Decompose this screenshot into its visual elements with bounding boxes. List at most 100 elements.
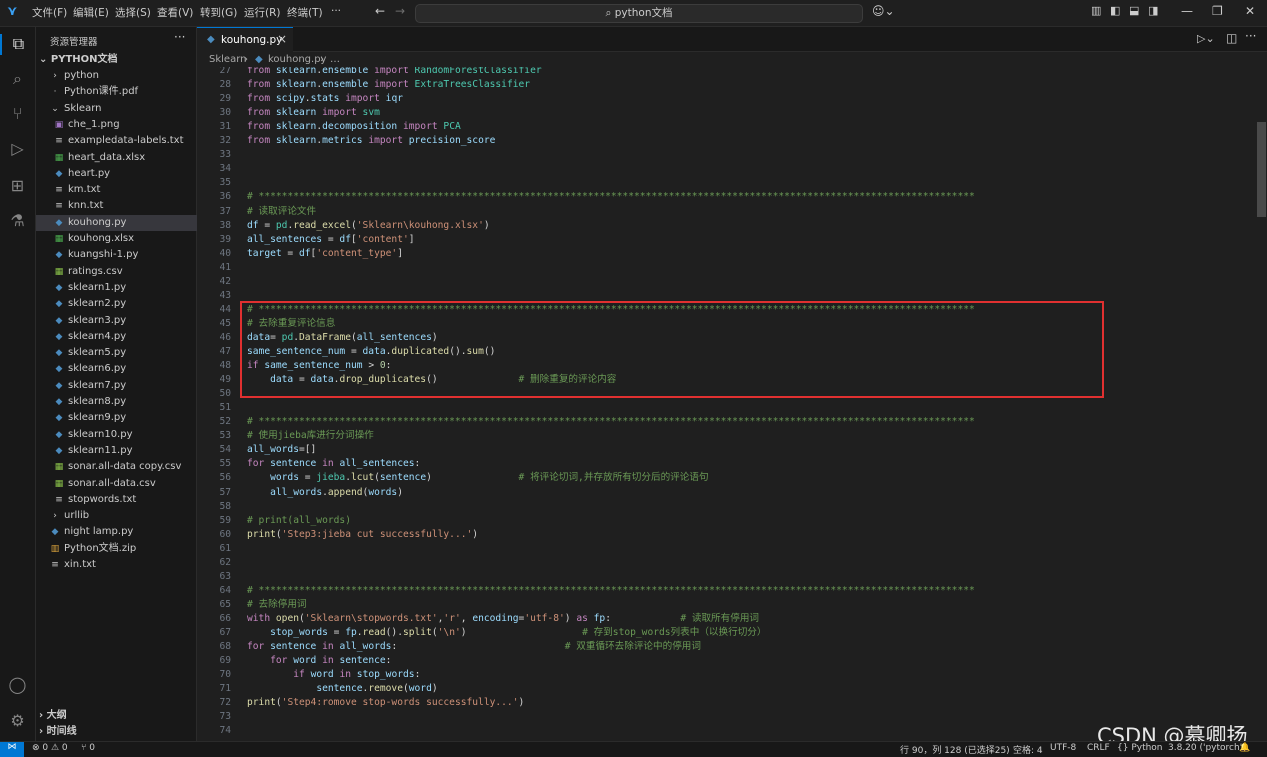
indentation-status[interactable]: 空格: 4: [1013, 743, 1043, 756]
file-item[interactable]: ▦ ratings.csv: [36, 264, 214, 280]
tree-item-label: kouhong.py: [68, 216, 127, 228]
scrollbar-thumb[interactable]: [1257, 122, 1266, 217]
explorer-icon[interactable]: ⧉: [0, 34, 35, 55]
line-number: 50: [219, 388, 231, 400]
tree-item-label: heart_data.xlsx: [68, 151, 146, 163]
breadcrumb-file[interactable]: kouhong.py: [268, 54, 326, 65]
eol-status[interactable]: CRLF: [1087, 743, 1110, 753]
tree-item-label: sklearn1.py: [68, 281, 127, 293]
extensions-icon[interactable]: ⊞: [7, 176, 28, 197]
code-text: # **************************************…: [247, 416, 975, 428]
command-center-search[interactable]: ⌕ python文档: [415, 4, 863, 23]
file-item[interactable]: ▦ sonar.all-data copy.csv: [36, 459, 214, 475]
source-control-icon[interactable]: ⑂: [7, 104, 28, 125]
line-number: 60: [219, 528, 231, 540]
py-file-icon: ◆: [55, 315, 63, 326]
file-item[interactable]: ▦ sonar.all-data.csv: [36, 476, 214, 492]
folder-item[interactable]: ⌄ Sklearn: [36, 101, 210, 117]
back-arrow-icon[interactable]: ←: [375, 4, 385, 18]
file-item[interactable]: ◆ sklearn3.py: [36, 313, 214, 329]
toggle-panel-icon[interactable]: ⬓: [1129, 4, 1139, 17]
file-item[interactable]: ▦ heart_data.xlsx: [36, 150, 214, 166]
line-number: 43: [219, 289, 231, 301]
more-actions-icon[interactable]: ···: [174, 30, 185, 44]
copilot-icon[interactable]: ☺⌄: [872, 4, 895, 18]
breadcrumb-folder[interactable]: Sklearn: [209, 54, 246, 65]
run-debug-icon[interactable]: ▷: [7, 139, 28, 160]
line-number: 34: [219, 163, 231, 175]
file-item[interactable]: ◆ kuangshi-1.py: [36, 247, 214, 263]
file-item[interactable]: ◆ sklearn2.py: [36, 296, 214, 312]
python-interpreter[interactable]: 3.8.20 ('pytorch'): [1168, 743, 1246, 753]
folder-item[interactable]: › python: [36, 68, 210, 84]
remote-icon[interactable]: ⋈: [0, 742, 24, 757]
file-item[interactable]: ◆ heart.py: [36, 166, 214, 182]
encoding-status[interactable]: UTF-8: [1050, 743, 1076, 753]
toggle-sidebar-icon[interactable]: ◧: [1110, 4, 1120, 17]
file-item[interactable]: ▣ che_1.png: [36, 117, 214, 133]
breadcrumb-more[interactable]: …: [330, 54, 340, 65]
tab-close-icon[interactable]: ×: [277, 32, 287, 46]
line-number: 28: [219, 79, 231, 91]
file-item[interactable]: ≡ km.txt: [36, 182, 214, 198]
file-item[interactable]: ≡ exampledata-labels.txt: [36, 133, 214, 149]
code-text: print('Step4:romove stop-words successfu…: [247, 697, 525, 709]
file-item[interactable]: ◆ sklearn5.py: [36, 345, 214, 361]
chevron-down-icon: ⌄: [39, 54, 48, 65]
file-item[interactable]: ≡ stopwords.txt: [36, 492, 214, 508]
workspace-root[interactable]: ⌄ PYTHON文档: [36, 52, 196, 68]
menu-terminal[interactable]: 终端(T): [287, 5, 323, 20]
file-item[interactable]: ◆ sklearn6.py: [36, 361, 214, 377]
language-mode[interactable]: {} Python: [1117, 743, 1163, 753]
line-number: 35: [219, 177, 231, 189]
toggle-secondary-sidebar-icon[interactable]: ◨: [1148, 4, 1158, 17]
account-icon[interactable]: ◯: [7, 675, 28, 696]
tab-kouhong-py[interactable]: ◆ kouhong.py ×: [197, 27, 293, 53]
maximize-icon[interactable]: ❐: [1212, 4, 1223, 18]
menu-run[interactable]: 运行(R): [244, 5, 281, 20]
testing-icon[interactable]: ⚗: [7, 211, 28, 232]
menu-view[interactable]: 查看(V): [157, 5, 193, 20]
menu-selection[interactable]: 选择(S): [115, 5, 151, 20]
run-python-icon[interactable]: ▷⌄: [1197, 32, 1215, 45]
file-item[interactable]: ≡ knn.txt: [36, 198, 214, 214]
folder-item[interactable]: › urllib: [36, 508, 210, 524]
outline-section[interactable]: › 大纲: [36, 708, 196, 724]
menu-more[interactable]: ···: [331, 5, 341, 17]
tree-item-label: sklearn5.py: [68, 347, 127, 359]
file-item[interactable]: ▦ kouhong.xlsx: [36, 231, 214, 247]
search-view-icon[interactable]: ⌕: [7, 69, 28, 90]
menu-file[interactable]: 文件(F): [32, 5, 67, 20]
file-item[interactable]: ◆ sklearn11.py: [36, 443, 214, 459]
tree-item-label: night lamp.py: [64, 526, 134, 538]
split-editor-icon[interactable]: ◫: [1226, 31, 1237, 45]
tree-item-label: sklearn11.py: [68, 444, 133, 456]
editor-more-icon[interactable]: ···: [1245, 29, 1256, 43]
notifications-bell-icon[interactable]: 🔔: [1239, 743, 1250, 753]
timeline-section[interactable]: › 时间线: [36, 724, 196, 740]
file-item[interactable]: ◆ sklearn10.py: [36, 427, 214, 443]
window-close-icon[interactable]: ✕: [1245, 4, 1255, 18]
customize-layout-icon[interactable]: ▥: [1091, 4, 1101, 17]
settings-gear-icon[interactable]: ⚙: [7, 711, 28, 732]
menu-goto[interactable]: 转到(G): [200, 5, 237, 20]
file-item[interactable]: ◆ kouhong.py: [36, 214, 214, 231]
tab-label: kouhong.py: [221, 34, 283, 46]
problems-status[interactable]: ⊗ 0 ⚠ 0: [32, 743, 68, 753]
file-item[interactable]: ◆ night lamp.py: [36, 524, 210, 540]
file-item[interactable]: ◆ sklearn9.py: [36, 410, 214, 426]
code-editor[interactable]: 27 from sklearn.ensemble import RandomFor…: [197, 67, 1254, 741]
file-item[interactable]: · Python课件.pdf: [36, 84, 210, 100]
file-item[interactable]: ◆ sklearn4.py: [36, 329, 214, 345]
vscode-logo-icon[interactable]: ⋎: [7, 5, 21, 19]
ports-status[interactable]: ⑂ 0: [81, 743, 95, 753]
file-item[interactable]: ◆ sklearn1.py: [36, 280, 214, 296]
minimize-icon[interactable]: —: [1181, 4, 1193, 18]
cursor-position[interactable]: 行 90，列 128 (已选择25): [900, 743, 1010, 756]
file-item[interactable]: ▥ Python文档.zip: [36, 541, 210, 557]
menu-edit[interactable]: 编辑(E): [73, 5, 109, 20]
file-item[interactable]: ◆ sklearn7.py: [36, 378, 214, 394]
file-item[interactable]: ≡ xin.txt: [36, 557, 210, 573]
file-item[interactable]: ◆ sklearn8.py: [36, 394, 214, 410]
forward-arrow-icon[interactable]: →: [395, 4, 405, 18]
